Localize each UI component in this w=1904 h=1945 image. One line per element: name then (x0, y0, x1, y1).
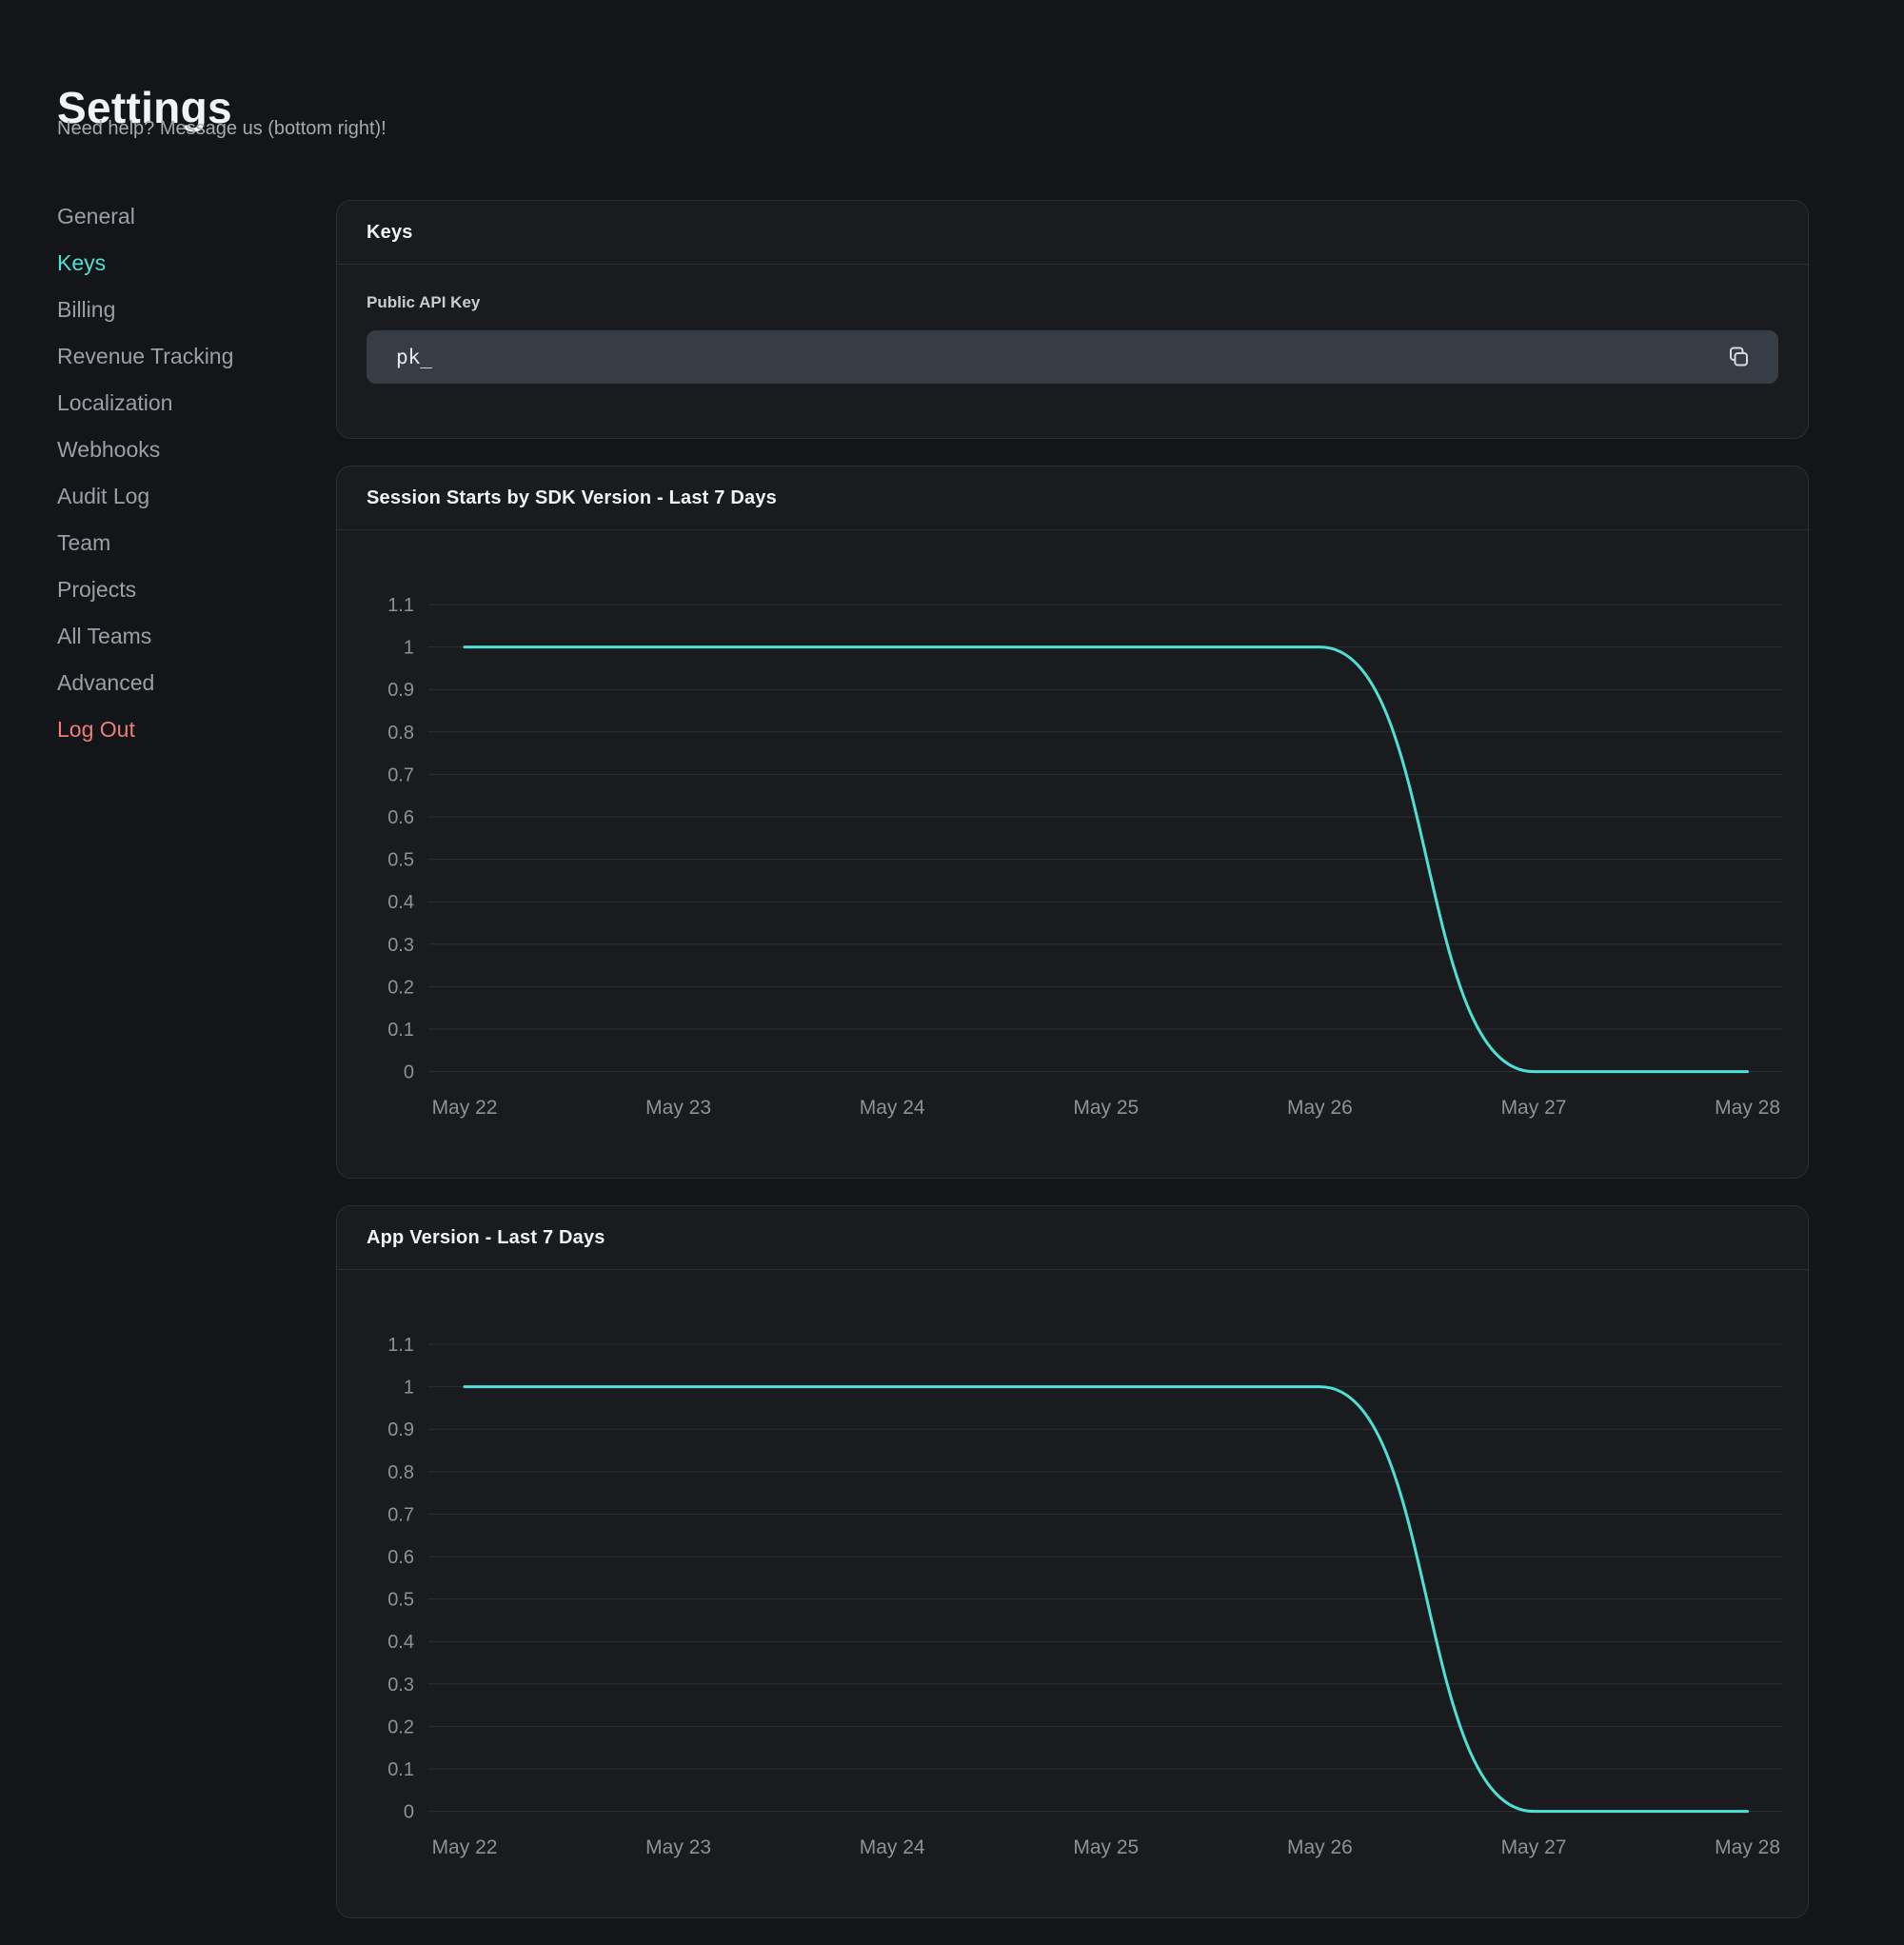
sidebar-item-advanced[interactable]: Advanced (57, 660, 314, 706)
sidebar-item-keys[interactable]: Keys (57, 240, 314, 287)
sidebar-item-audit-log[interactable]: Audit Log (57, 473, 314, 520)
x-tick-label: May 23 (645, 1097, 711, 1119)
y-tick-label: 1.1 (387, 595, 414, 616)
page-subtitle: Need help? Message us (bottom right)! (57, 118, 387, 140)
y-tick-label: 0.7 (387, 1504, 414, 1525)
y-tick-label: 0 (404, 1802, 414, 1823)
x-tick-label: May 24 (860, 1097, 925, 1119)
y-tick-label: 0.2 (387, 1717, 414, 1737)
keys-card: Keys Public API Key (336, 200, 1809, 439)
x-tick-label: May 22 (432, 1097, 498, 1119)
x-tick-label: May 28 (1715, 1097, 1780, 1119)
y-tick-label: 0.8 (387, 1462, 414, 1483)
app-version-chart-title: App Version - Last 7 Days (367, 1227, 605, 1249)
y-tick-label: 0.6 (387, 1547, 414, 1568)
sdk-version-chart-header: Session Starts by SDK Version - Last 7 D… (337, 466, 1808, 530)
sidebar-item-webhooks[interactable]: Webhooks (57, 427, 314, 473)
sdk-version-chart-card: Session Starts by SDK Version - Last 7 D… (336, 466, 1809, 1179)
x-tick-label: May 27 (1501, 1097, 1567, 1119)
sidebar-item-projects[interactable]: Projects (57, 566, 314, 613)
keys-card-title: Keys (367, 222, 413, 244)
x-tick-label: May 25 (1073, 1836, 1139, 1858)
y-tick-label: 0.3 (387, 935, 414, 956)
x-tick-label: May 26 (1287, 1097, 1353, 1119)
y-tick-label: 0.8 (387, 723, 414, 744)
keys-card-body: Public API Key (337, 265, 1808, 438)
settings-nav: GeneralKeysBillingRevenue TrackingLocali… (57, 193, 314, 753)
copy-icon (1725, 345, 1750, 369)
x-tick-label: May 26 (1287, 1836, 1353, 1858)
sidebar-item-all-teams[interactable]: All Teams (57, 613, 314, 660)
y-tick-label: 0.4 (387, 1632, 414, 1653)
copy-api-key-button[interactable] (1721, 341, 1754, 373)
sidebar-item-revenue-tracking[interactable]: Revenue Tracking (57, 333, 314, 380)
y-tick-label: 0.5 (387, 1590, 414, 1611)
x-tick-label: May 24 (860, 1836, 925, 1858)
y-tick-label: 1 (404, 1378, 414, 1399)
y-tick-label: 1 (404, 638, 414, 659)
sidebar-item-team[interactable]: Team (57, 520, 314, 566)
y-tick-label: 0.7 (387, 764, 414, 785)
sidebar-item-billing[interactable]: Billing (57, 287, 314, 333)
settings-content: Keys Public API Key Session Starts by SD… (336, 200, 1809, 1945)
app-version-line-chart: 1.1 1 0.9 0.8 0.7 0.6 0.5 0.4 0.3 0.2 0.1 0 May 22 Ma… (337, 1270, 1808, 1917)
public-api-key-input[interactable] (367, 330, 1778, 384)
y-tick-label: 0.1 (387, 1759, 414, 1780)
y-tick-label: 1.1 (387, 1335, 414, 1356)
y-tick-label: 0 (404, 1062, 414, 1083)
y-tick-label: 0.9 (387, 1419, 414, 1440)
public-api-key-label: Public API Key (367, 293, 1778, 312)
x-tick-label: May 22 (432, 1836, 498, 1858)
sidebar-item-log-out[interactable]: Log Out (57, 706, 314, 753)
x-tick-label: May 27 (1501, 1836, 1567, 1858)
y-tick-label: 0.2 (387, 977, 414, 998)
sdk-version-line-chart: 1.1 1 0.9 0.8 0.7 0.6 0.5 0.4 0.3 0.2 0.1 0 May 22 Ma… (337, 530, 1808, 1178)
y-tick-label: 0.1 (387, 1020, 414, 1041)
app-version-chart-card: App Version - Last 7 Days 1.1 1 0.9 0.8 0.7 0… (336, 1205, 1809, 1918)
y-tick-label: 0.5 (387, 850, 414, 871)
sidebar-item-localization[interactable]: Localization (57, 380, 314, 427)
public-api-key-field-wrap (367, 330, 1778, 384)
x-tick-label: May 28 (1715, 1836, 1780, 1858)
y-tick-label: 0.9 (387, 680, 414, 701)
x-tick-label: May 25 (1073, 1097, 1139, 1119)
y-tick-label: 0.3 (387, 1675, 414, 1696)
sdk-version-chart-title: Session Starts by SDK Version - Last 7 D… (367, 487, 777, 509)
y-tick-label: 0.6 (387, 807, 414, 828)
sidebar-item-general[interactable]: General (57, 193, 314, 240)
y-tick-label: 0.4 (387, 892, 414, 913)
app-version-chart-header: App Version - Last 7 Days (337, 1206, 1808, 1270)
keys-card-header: Keys (337, 201, 1808, 265)
x-tick-label: May 23 (645, 1836, 711, 1858)
